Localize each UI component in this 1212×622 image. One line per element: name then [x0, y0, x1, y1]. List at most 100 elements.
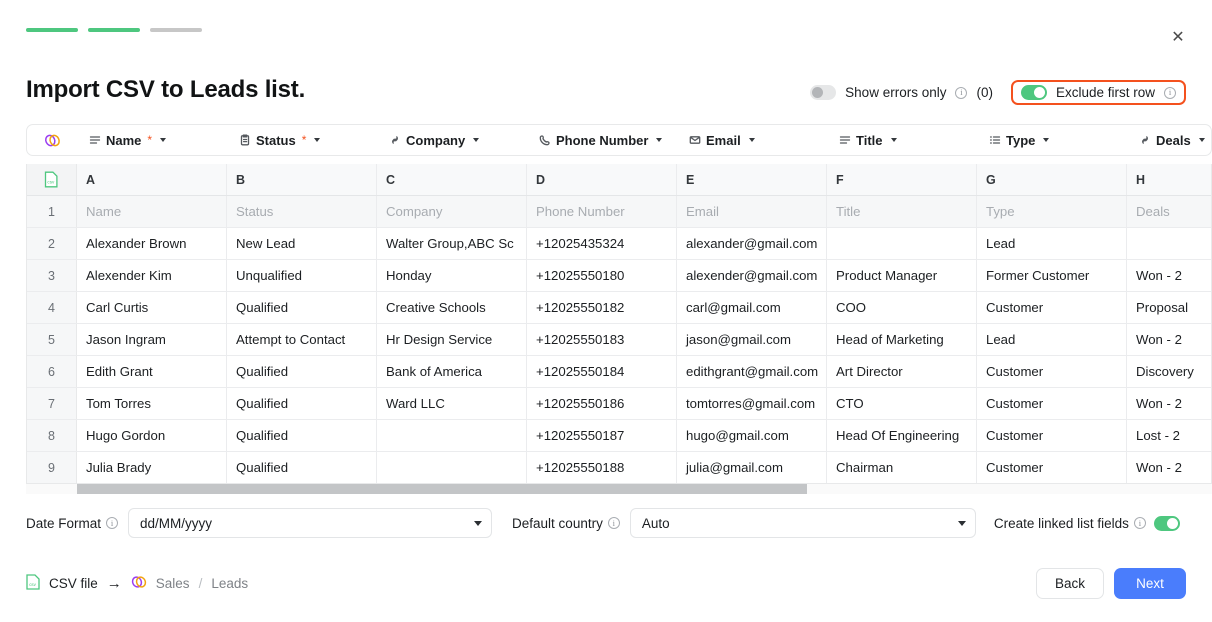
table-cell[interactable]: +12025550180	[527, 260, 677, 291]
mapping-column-type[interactable]: Type	[977, 125, 1127, 155]
chevron-down-icon[interactable]	[1043, 138, 1050, 142]
table-cell[interactable]: Phone Number	[527, 196, 677, 227]
table-cell[interactable]: Hugo Gordon	[77, 420, 227, 451]
horizontal-scrollbar-thumb[interactable]	[77, 484, 807, 494]
breadcrumb-target[interactable]: Leads	[211, 576, 248, 591]
table-cell[interactable]: Won - 2	[1127, 388, 1211, 419]
table-cell[interactable]: Lead	[977, 228, 1127, 259]
table-cell[interactable]: Customer	[977, 388, 1127, 419]
mapping-column-deals[interactable]: Deals	[1127, 125, 1211, 155]
table-cell[interactable]: Won - 2	[1127, 452, 1211, 483]
mapping-column-email[interactable]: Email	[677, 125, 827, 155]
next-button[interactable]: Next	[1114, 567, 1186, 599]
table-cell[interactable]: Qualified	[227, 292, 377, 323]
table-cell[interactable]: COO	[827, 292, 977, 323]
table-cell[interactable]: CTO	[827, 388, 977, 419]
table-cell[interactable]: Name	[77, 196, 227, 227]
table-cell[interactable]: Customer	[977, 452, 1127, 483]
column-letter-header[interactable]: C	[377, 164, 527, 195]
table-cell[interactable]	[377, 452, 527, 483]
table-cell[interactable]: Chairman	[827, 452, 977, 483]
table-cell[interactable]: Qualified	[227, 388, 377, 419]
chevron-down-icon[interactable]	[656, 138, 663, 142]
table-cell[interactable]: Creative Schools	[377, 292, 527, 323]
mapping-column-company[interactable]: Company	[377, 125, 527, 155]
default-country-info-icon[interactable]: i	[607, 517, 620, 529]
table-cell[interactable]: Ward LLC	[377, 388, 527, 419]
mapping-column-title[interactable]: Title	[827, 125, 977, 155]
table-cell[interactable]: +12025550187	[527, 420, 677, 451]
chevron-down-icon[interactable]	[890, 138, 897, 142]
exclude-first-row-toggle-group[interactable]: Exclude first row i	[1010, 80, 1186, 105]
table-cell[interactable]: +12025435324	[527, 228, 677, 259]
table-cell[interactable]: Title	[827, 196, 977, 227]
table-cell[interactable]: Lost - 2	[1127, 420, 1211, 451]
table-cell[interactable]: julia@gmail.com	[677, 452, 827, 483]
table-cell[interactable]: +12025550183	[527, 324, 677, 355]
table-cell[interactable]: Won - 2	[1127, 260, 1211, 291]
table-cell[interactable]: Alexander Brown	[77, 228, 227, 259]
table-cell[interactable]: Art Director	[827, 356, 977, 387]
exclude-first-row-switch[interactable]	[1020, 85, 1047, 100]
table-cell[interactable]: Customer	[977, 292, 1127, 323]
chevron-down-icon[interactable]	[748, 138, 755, 142]
close-icon[interactable]: ✕	[1166, 26, 1190, 50]
column-letter-header[interactable]: A	[77, 164, 227, 195]
table-cell[interactable]: Email	[677, 196, 827, 227]
table-cell[interactable]: Discovery	[1127, 356, 1211, 387]
table-cell[interactable]: Qualified	[227, 420, 377, 451]
table-cell[interactable]: Carl Curtis	[77, 292, 227, 323]
table-cell[interactable]: alexender@gmail.com	[677, 260, 827, 291]
table-cell[interactable]: +12025550182	[527, 292, 677, 323]
breadcrumb-workspace[interactable]: Sales	[156, 576, 190, 591]
table-cell[interactable]: Type	[977, 196, 1127, 227]
table-cell[interactable]: alexander@gmail.com	[677, 228, 827, 259]
show-errors-only-toggle-group[interactable]: Show errors only i (0)	[802, 80, 1001, 105]
table-cell[interactable]: Status	[227, 196, 377, 227]
horizontal-scrollbar-track[interactable]	[26, 484, 1212, 494]
table-cell[interactable]: +12025550188	[527, 452, 677, 483]
column-letter-header[interactable]: H	[1127, 164, 1211, 195]
table-cell[interactable]: Head of Marketing	[827, 324, 977, 355]
table-cell[interactable]: Tom Torres	[77, 388, 227, 419]
mapping-column-phone-number[interactable]: Phone Number	[527, 125, 677, 155]
date-format-info-icon[interactable]: i	[106, 517, 119, 529]
create-linked-list-fields-switch[interactable]	[1153, 515, 1180, 531]
table-cell[interactable]: Customer	[977, 420, 1127, 451]
table-cell[interactable]: jason@gmail.com	[677, 324, 827, 355]
exclude-first-row-info-icon[interactable]: i	[1164, 86, 1176, 99]
table-cell[interactable]: tomtorres@gmail.com	[677, 388, 827, 419]
table-cell[interactable]: Won - 2	[1127, 324, 1211, 355]
table-cell[interactable]: Alexender Kim	[77, 260, 227, 291]
table-cell[interactable]	[377, 420, 527, 451]
table-cell[interactable]: New Lead	[227, 228, 377, 259]
table-cell[interactable]: Lead	[977, 324, 1127, 355]
table-cell[interactable]: Honday	[377, 260, 527, 291]
table-cell[interactable]: carl@gmail.com	[677, 292, 827, 323]
table-cell[interactable]: Bank of America	[377, 356, 527, 387]
table-cell[interactable]: Company	[377, 196, 527, 227]
mapping-column-status[interactable]: Status *	[227, 125, 377, 155]
mapping-column-name[interactable]: Name *	[77, 125, 227, 155]
table-cell[interactable]: Former Customer	[977, 260, 1127, 291]
table-cell[interactable]: Edith Grant	[77, 356, 227, 387]
table-cell[interactable]: Head Of Engineering	[827, 420, 977, 451]
column-letter-header[interactable]: D	[527, 164, 677, 195]
date-format-select[interactable]: dd/MM/yyyy	[128, 508, 493, 538]
chevron-down-icon[interactable]	[473, 138, 480, 142]
chevron-down-icon[interactable]	[314, 138, 321, 142]
table-cell[interactable]: Attempt to Contact	[227, 324, 377, 355]
table-cell[interactable]: Customer	[977, 356, 1127, 387]
table-cell[interactable]: Walter Group,ABC Sc	[377, 228, 527, 259]
table-cell[interactable]: Unqualified	[227, 260, 377, 291]
table-cell[interactable]: hugo@gmail.com	[677, 420, 827, 451]
table-cell[interactable]: Jason Ingram	[77, 324, 227, 355]
column-letter-header[interactable]: G	[977, 164, 1127, 195]
table-cell[interactable]: +12025550184	[527, 356, 677, 387]
column-letter-header[interactable]: B	[227, 164, 377, 195]
table-cell[interactable]: edithgrant@gmail.com	[677, 356, 827, 387]
back-button[interactable]: Back	[1036, 567, 1104, 599]
table-cell[interactable]: Proposal	[1127, 292, 1211, 323]
default-country-select[interactable]: Auto	[629, 508, 976, 538]
table-cell[interactable]: Product Manager	[827, 260, 977, 291]
